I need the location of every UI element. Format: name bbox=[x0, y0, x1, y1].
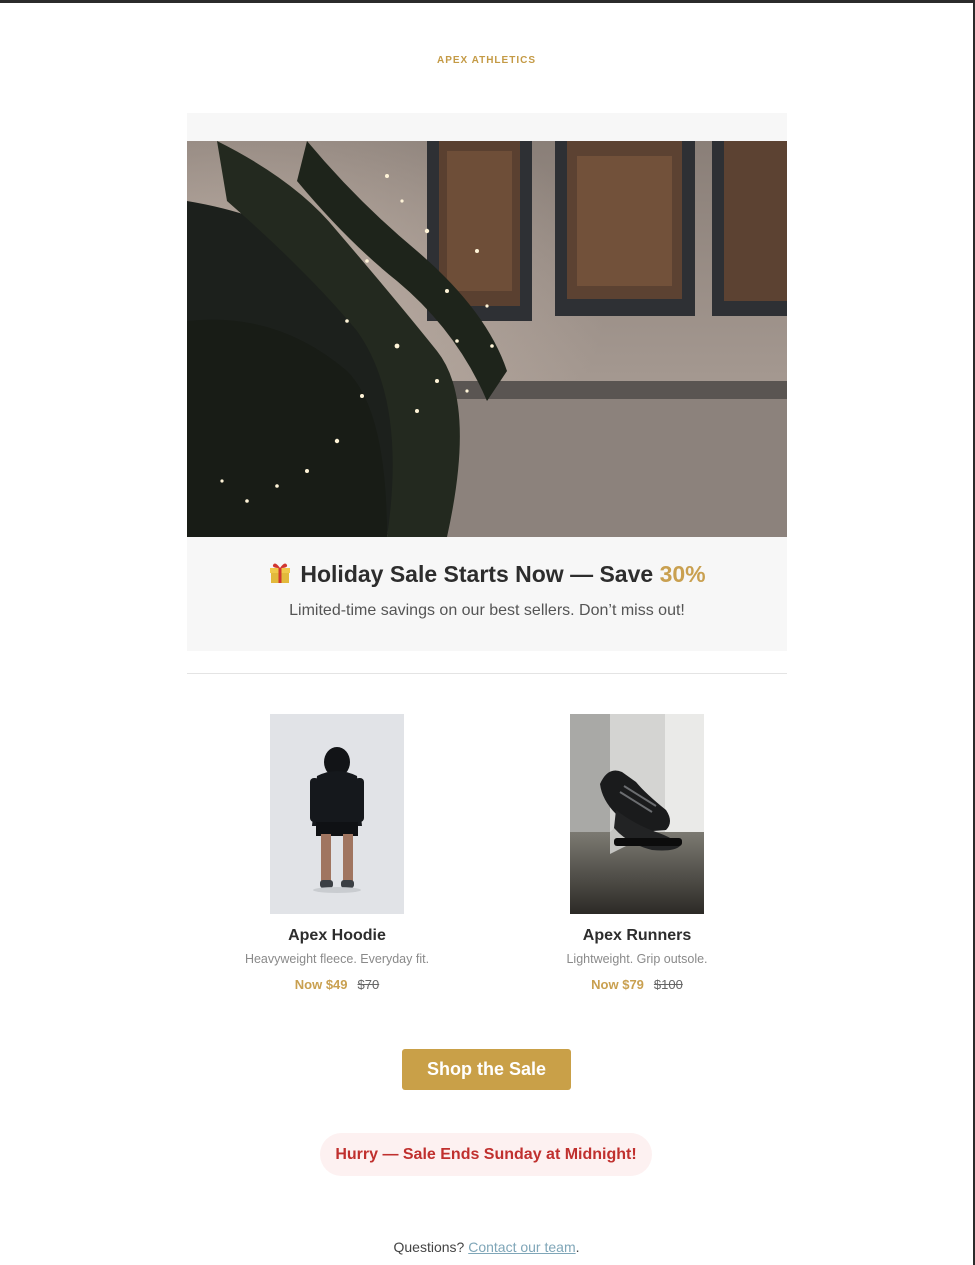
product-price: Now $49 $70 bbox=[187, 977, 487, 992]
original-price: $100 bbox=[653, 977, 683, 992]
contact-team-link[interactable]: Contact our team bbox=[468, 1239, 575, 1255]
divider bbox=[187, 673, 787, 674]
hero-title: Holiday Sale Starts Now — Save 30% bbox=[187, 561, 787, 591]
urgency-banner: Hurry — Sale Ends Sunday at Midnight! bbox=[320, 1133, 652, 1176]
discount-highlight: 30% bbox=[659, 561, 706, 587]
product-name[interactable]: Apex Runners bbox=[487, 927, 787, 945]
holiday-garland-photo bbox=[187, 141, 787, 537]
footer-question: Questions? bbox=[393, 1239, 469, 1255]
shop-the-sale-button[interactable]: Shop the Sale bbox=[402, 1049, 571, 1090]
product-image-hoodie[interactable] bbox=[270, 714, 404, 914]
gift-icon bbox=[268, 561, 292, 591]
product-image-runners[interactable] bbox=[570, 714, 704, 914]
sale-price: Now $49 bbox=[294, 977, 348, 992]
product-description: Lightweight. Grip outsole. bbox=[566, 952, 708, 966]
sale-price: Now $79 bbox=[591, 977, 644, 992]
hero-title-text: Holiday Sale Starts Now — Save bbox=[300, 561, 660, 587]
product-price: Now $79 $100 bbox=[487, 977, 787, 992]
product-description: Heavyweight fleece. Everyday fit. bbox=[244, 952, 430, 966]
hero-card: Holiday Sale Starts Now — Save 30% Limit… bbox=[187, 113, 787, 651]
original-price: $70 bbox=[357, 977, 380, 992]
footer: Questions? Contact our team. bbox=[0, 1239, 973, 1255]
product-card-runners[interactable]: Apex Runners Lightweight. Grip outsole. … bbox=[487, 714, 787, 992]
product-name[interactable]: Apex Hoodie bbox=[187, 927, 487, 945]
running-shoes-photo bbox=[570, 714, 704, 914]
hero-image bbox=[187, 141, 787, 537]
footer-suffix: . bbox=[575, 1239, 580, 1255]
hoodie-model-photo bbox=[270, 714, 404, 914]
product-card-hoodie[interactable]: Apex Hoodie Heavyweight fleece. Everyday… bbox=[187, 714, 487, 992]
brand-name: APEX ATHLETICS bbox=[436, 55, 536, 66]
hero-subtitle: Limited-time savings on our best sellers… bbox=[289, 602, 685, 619]
